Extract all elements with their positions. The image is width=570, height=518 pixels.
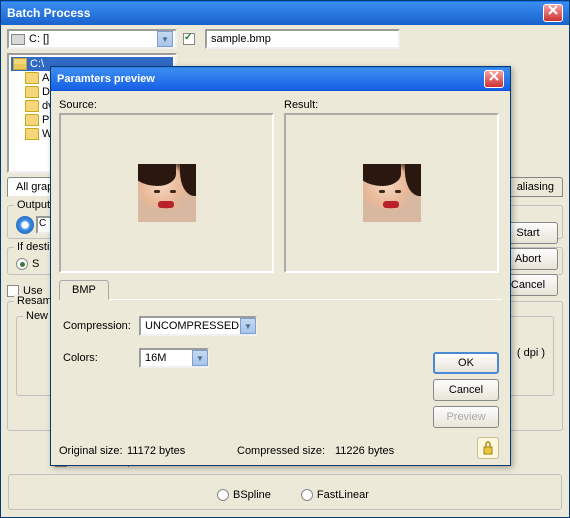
drive-select[interactable]: C: [] ▼ [7, 29, 177, 49]
dialog-titlebar: Paramters preview [51, 67, 510, 91]
new-legend: New [23, 310, 51, 322]
tab-aliasing[interactable]: aliasing [508, 177, 563, 196]
dpi-label: ( dpi ) [517, 347, 545, 359]
chevron-down-icon: ▼ [192, 350, 208, 366]
sample-checkbox[interactable] [183, 33, 195, 45]
main-title: Batch Process [7, 6, 90, 20]
resampling-legend: Resam [14, 295, 55, 307]
folder-icon [25, 100, 39, 112]
folder-icon [25, 114, 39, 126]
compressed-size-label: Compressed size: [237, 445, 335, 457]
fastlinear-radio[interactable] [301, 489, 313, 501]
drive-label: C: [] [29, 33, 49, 45]
original-size-label: Original size: [59, 445, 127, 457]
folder-icon [25, 72, 39, 84]
format-tabs: BMP [59, 279, 502, 300]
result-image [363, 164, 421, 222]
colors-select[interactable]: 16M ▼ [139, 348, 209, 368]
cancel-button[interactable]: Cancel [433, 379, 499, 401]
result-label: Result: [284, 99, 499, 111]
main-close-button[interactable] [543, 4, 563, 22]
compression-select[interactable]: UNCOMPRESSED ▼ [139, 316, 257, 336]
chevron-down-icon: ▼ [240, 318, 256, 334]
folder-icon [25, 128, 39, 140]
source-label: Source: [59, 99, 274, 111]
destination-radio[interactable] [16, 258, 28, 270]
arrow-right-icon [16, 216, 34, 234]
colors-label: Colors: [63, 352, 139, 364]
tab-bmp[interactable]: BMP [59, 280, 109, 300]
source-preview [59, 113, 274, 273]
source-pane: Source: [59, 99, 274, 273]
fastlinear-label: FastLinear [317, 489, 369, 501]
folder-open-icon [13, 58, 27, 70]
sample-input[interactable]: sample.bmp [205, 29, 400, 49]
ok-button[interactable]: OK [433, 352, 499, 374]
preview-button[interactable]: Preview [433, 406, 499, 428]
bspline-label: BSpline [233, 489, 271, 501]
compression-label: Compression: [63, 320, 139, 332]
filter-options: BSpline FastLinear [8, 474, 562, 510]
source-image [138, 164, 196, 222]
folder-icon [25, 86, 39, 98]
result-preview [284, 113, 499, 273]
main-titlebar: Batch Process [1, 1, 569, 25]
parameters-preview-dialog: Paramters preview Source: Result: BMP [50, 66, 511, 466]
compressed-size-value: 11226 bytes [335, 445, 394, 457]
dialog-title: Paramters preview [57, 73, 155, 85]
original-size-value: 11172 bytes [127, 445, 237, 457]
dialog-close-button[interactable] [484, 70, 504, 88]
result-pane: Result: [284, 99, 499, 273]
drive-icon [11, 34, 25, 45]
bspline-radio[interactable] [217, 489, 229, 501]
chevron-down-icon: ▼ [157, 31, 173, 47]
